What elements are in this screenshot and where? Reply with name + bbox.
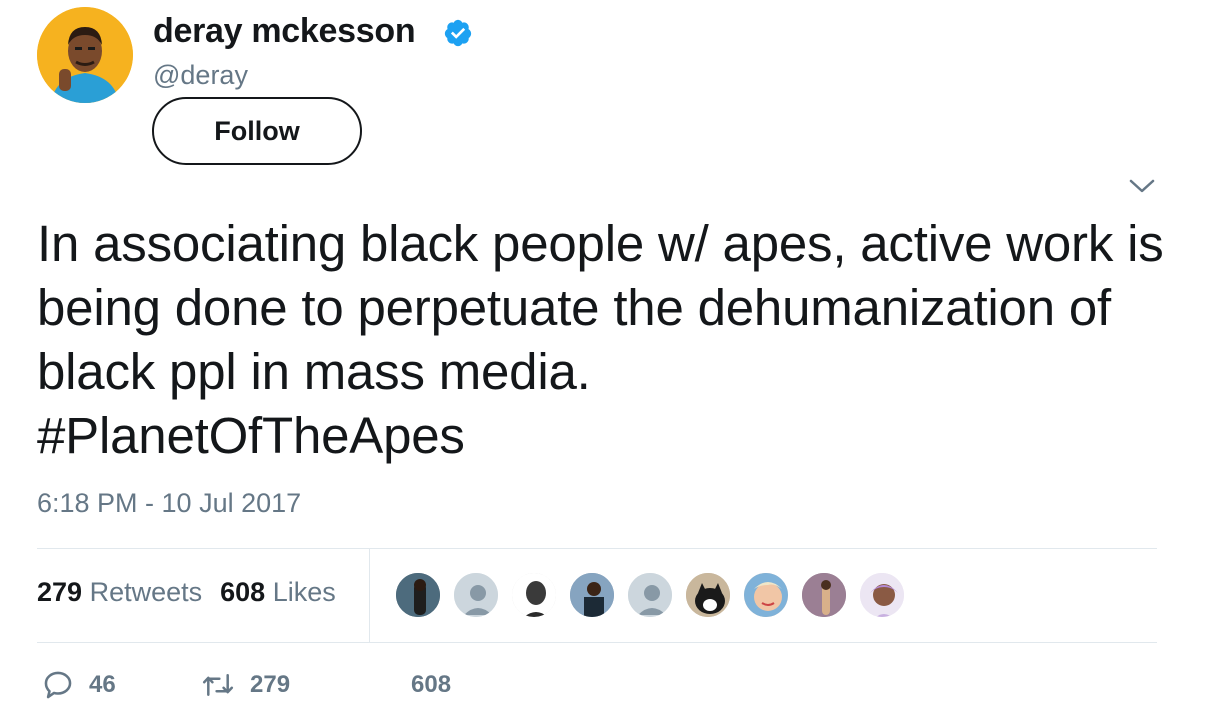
likes-count: 608 (220, 577, 266, 607)
liker-avatar-default[interactable] (452, 571, 500, 619)
display-name[interactable]: deray mckesson (153, 12, 416, 51)
like-count: 608 (411, 671, 452, 698)
retweet-button[interactable]: 279 (200, 668, 290, 702)
caret-down-icon[interactable] (1127, 176, 1157, 196)
reply-button[interactable]: 46 (41, 668, 116, 702)
tweet-body: In associating black people w/ apes, act… (37, 215, 1164, 400)
avatar[interactable] (37, 7, 133, 103)
hashtag-link[interactable]: #PlanetOfTheApes (37, 404, 1187, 468)
retweets-stat[interactable]: 279 Retweets (37, 577, 202, 607)
user-handle[interactable]: @deray (153, 60, 248, 91)
liker-avatar[interactable] (684, 571, 732, 619)
liker-avatar[interactable] (800, 571, 848, 619)
retweet-count: 279 (250, 671, 291, 698)
tweet-stats: 279 Retweets 608 Likes (37, 577, 336, 608)
reply-icon (44, 671, 72, 699)
verified-badge-icon (444, 19, 472, 47)
liker-avatar[interactable] (394, 571, 442, 619)
liker-avatar-default[interactable] (626, 571, 674, 619)
retweets-count: 279 (37, 577, 83, 607)
follow-button[interactable]: Follow (152, 97, 362, 165)
liker-avatar[interactable] (742, 571, 790, 619)
retweets-label: Retweets (89, 577, 203, 607)
likes-stat[interactable]: 608 Likes (220, 577, 336, 607)
stats-divider (369, 549, 370, 642)
avatar-illustration (37, 7, 133, 103)
divider (37, 642, 1157, 643)
like-button[interactable]: 608 (363, 668, 451, 702)
liker-avatar[interactable] (858, 571, 906, 619)
reply-count: 46 (89, 671, 116, 698)
like-icon (368, 674, 392, 698)
tweet-timestamp[interactable]: 6:18 PM - 10 Jul 2017 (37, 488, 301, 519)
divider (37, 548, 1157, 549)
tweet-text: In associating black people w/ apes, act… (37, 212, 1187, 468)
retweet-icon (202, 674, 234, 696)
liker-avatar[interactable] (568, 571, 616, 619)
tweet-actions: 46 279 608 (37, 668, 637, 708)
liker-avatar[interactable] (510, 571, 558, 619)
likes-label: Likes (272, 577, 336, 607)
